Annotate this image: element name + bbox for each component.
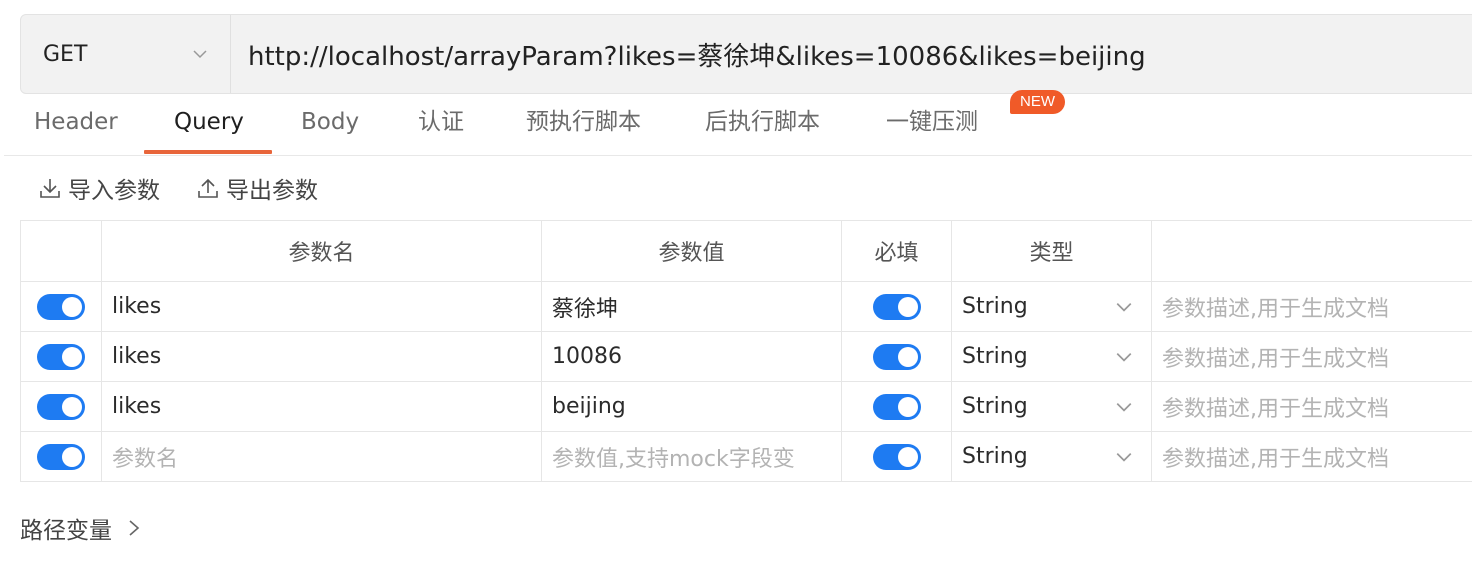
type-select-value: String (962, 444, 1028, 469)
required-cell (841, 381, 952, 432)
column-header-name: 参数名 (101, 220, 542, 282)
param-name-cell[interactable]: likes (101, 331, 542, 382)
tab-auth[interactable]: 认证 (418, 94, 464, 154)
chevron-down-icon (1116, 302, 1132, 312)
param-value-input[interactable]: 参数值,支持mock字段变 (541, 431, 842, 482)
table-row: likes beijing String 参数描述,用于生成文档 (20, 381, 1472, 432)
param-toolbar: 导入参数 导出参数 (38, 168, 318, 208)
enable-cell (20, 381, 102, 432)
import-params-button[interactable]: 导入参数 (38, 171, 160, 205)
required-cell (841, 331, 952, 382)
chevron-down-icon (193, 50, 207, 59)
column-header-value: 参数值 (541, 220, 842, 282)
table-header-row: 参数名 参数值 必填 类型 (20, 220, 1472, 282)
type-cell[interactable]: String (951, 431, 1152, 482)
tab-stress-test[interactable]: 一键压测 (886, 94, 978, 154)
table-row: likes 蔡徐坤 String 参数描述,用于生成文档 (20, 281, 1472, 332)
enable-toggle[interactable] (37, 393, 85, 420)
url-input[interactable]: http://localhost/arrayParam?likes=蔡徐坤&li… (231, 36, 1146, 73)
column-header-description (1151, 220, 1472, 282)
type-cell[interactable]: String (951, 331, 1152, 382)
param-description-input[interactable]: 参数描述,用于生成文档 (1151, 281, 1472, 332)
required-toggle[interactable] (872, 393, 921, 420)
enable-cell (20, 431, 102, 482)
request-url-bar: GET http://localhost/arrayParam?likes=蔡徐… (20, 14, 1472, 94)
export-params-label: 导出参数 (226, 178, 318, 204)
required-toggle[interactable] (872, 293, 921, 320)
path-variables-label: 路径变量 (20, 518, 112, 544)
enable-cell (20, 331, 102, 382)
param-value-cell[interactable]: 10086 (541, 331, 842, 382)
method-label: GET (43, 41, 88, 67)
table-row: likes 10086 String 参数描述,用于生成文档 (20, 331, 1472, 382)
required-cell (841, 281, 952, 332)
type-select-value: String (962, 394, 1028, 419)
tab-header[interactable]: Header (34, 94, 118, 154)
type-select-value: String (962, 344, 1028, 369)
upload-icon (198, 178, 218, 198)
new-badge: NEW (1010, 90, 1065, 114)
export-params-button[interactable]: 导出参数 (196, 171, 318, 205)
param-description-input[interactable]: 参数描述,用于生成文档 (1151, 431, 1472, 482)
path-variables-toggle[interactable]: 路径变量 (20, 508, 142, 548)
query-params-table: 参数名 参数值 必填 类型 likes 蔡徐坤 String 参数描述,用于生成… (20, 220, 1472, 482)
type-cell[interactable]: String (951, 281, 1152, 332)
tab-query[interactable]: Query (174, 94, 244, 154)
required-toggle[interactable] (872, 443, 921, 470)
chevron-down-icon (1116, 452, 1132, 462)
type-cell[interactable]: String (951, 381, 1152, 432)
import-params-label: 导入参数 (68, 178, 160, 204)
type-select-value: String (962, 294, 1028, 319)
new-param-row: 参数名 参数值,支持mock字段变 String 参数描述,用于生成文档 (20, 431, 1472, 482)
enable-toggle[interactable] (37, 343, 85, 370)
param-name-cell[interactable]: likes (101, 381, 542, 432)
download-icon (40, 179, 60, 198)
request-tabs: Header Query Body 认证 预执行脚本 后执行脚本 一键压测 (4, 94, 1472, 156)
active-tab-indicator (144, 150, 272, 154)
param-description-input[interactable]: 参数描述,用于生成文档 (1151, 331, 1472, 382)
param-value-cell[interactable]: 蔡徐坤 (541, 281, 842, 332)
required-toggle[interactable] (872, 343, 921, 370)
param-description-input[interactable]: 参数描述,用于生成文档 (1151, 381, 1472, 432)
enable-toggle[interactable] (37, 293, 85, 320)
tab-pre-script[interactable]: 预执行脚本 (526, 94, 641, 154)
method-select[interactable]: GET (21, 15, 231, 93)
column-header-enable (20, 220, 102, 282)
tab-body[interactable]: Body (301, 94, 359, 154)
column-header-type: 类型 (951, 220, 1152, 282)
required-cell (841, 431, 952, 482)
chevron-down-icon (1116, 402, 1132, 412)
tab-post-script[interactable]: 后执行脚本 (705, 94, 820, 154)
param-name-input[interactable]: 参数名 (101, 431, 542, 482)
param-value-cell[interactable]: beijing (541, 381, 842, 432)
chevron-down-icon (1116, 352, 1132, 362)
chevron-right-icon (129, 520, 140, 536)
param-name-cell[interactable]: likes (101, 281, 542, 332)
enable-cell (20, 281, 102, 332)
enable-toggle[interactable] (37, 443, 85, 470)
column-header-required: 必填 (841, 220, 952, 282)
